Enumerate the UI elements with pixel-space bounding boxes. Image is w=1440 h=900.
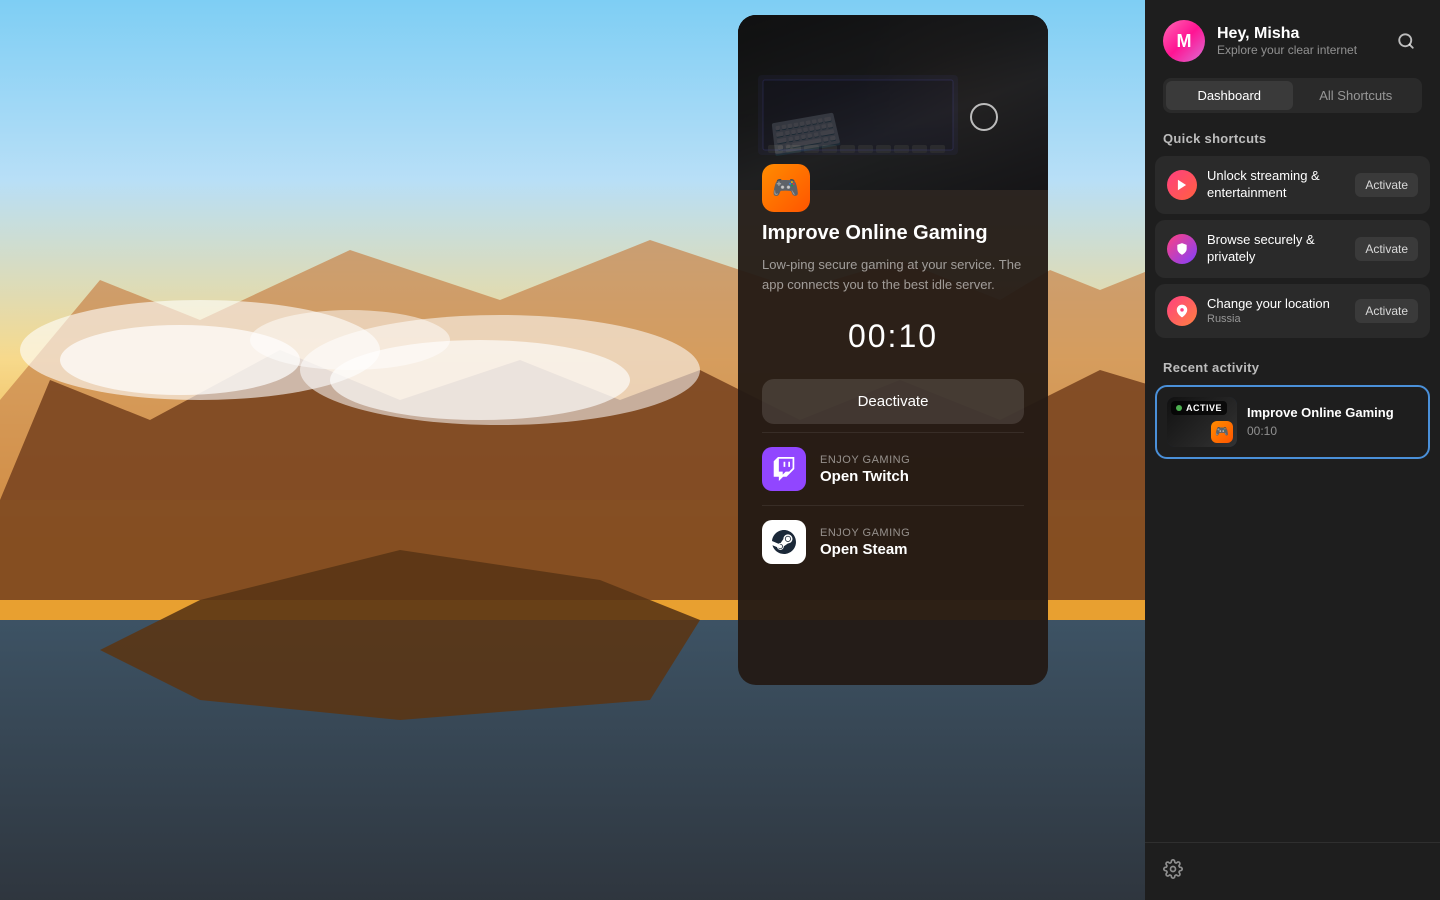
tab-bar: Dashboard All Shortcuts: [1163, 78, 1422, 113]
main-panel: 🎮 Improve Online Gaming Low-ping secure …: [738, 15, 1048, 685]
sidebar-footer: [1145, 842, 1440, 900]
activate-streaming-button[interactable]: Activate: [1355, 173, 1418, 197]
panel-app-icon: 🎮: [762, 164, 810, 212]
steam-name: Open Steam: [820, 541, 910, 558]
quick-shortcuts-title: Quick shortcuts: [1145, 113, 1440, 156]
qs-location-text: Change your location Russia: [1207, 296, 1330, 325]
panel-hero: 🎮: [738, 15, 1048, 190]
quick-shortcuts-list: Unlock streaming &entertainment Activate…: [1145, 156, 1440, 342]
timer-display: 00:10: [762, 318, 1024, 355]
qs-secure-label: Browse securely &privately: [1207, 232, 1315, 266]
steam-shortcut-text: ENJOY GAMING Open Steam: [820, 527, 910, 558]
right-sidebar: M Hey, Misha Explore your clear internet…: [1145, 0, 1440, 900]
location-icon: [1167, 296, 1197, 326]
steam-shortcut[interactable]: ENJOY GAMING Open Steam: [762, 505, 1024, 578]
qs-secure-left: Browse securely &privately: [1167, 232, 1315, 266]
recent-title: Improve Online Gaming: [1247, 405, 1394, 420]
twitch-category-label: ENJOY GAMING: [820, 454, 910, 466]
activate-location-button[interactable]: Activate: [1355, 299, 1418, 323]
recent-thumbnail: ACTIVE 🎮: [1167, 397, 1237, 447]
tab-all-shortcuts[interactable]: All Shortcuts: [1293, 81, 1420, 110]
recent-app-icon: 🎮: [1211, 421, 1233, 443]
qs-streaming-text: Unlock streaming &entertainment: [1207, 168, 1320, 202]
qs-location-sublabel: Russia: [1207, 313, 1330, 325]
qs-secure-text: Browse securely &privately: [1207, 232, 1315, 266]
recent-info: Improve Online Gaming 00:10: [1247, 405, 1394, 438]
user-subtitle: Explore your clear internet: [1217, 43, 1357, 57]
shortcuts-list: ENJOY GAMING Open Twitch ENJOY GAMING Op…: [762, 432, 1024, 669]
user-text: Hey, Misha Explore your clear internet: [1217, 25, 1357, 57]
qs-location-label: Change your location: [1207, 296, 1330, 313]
shield-icon: [1167, 234, 1197, 264]
qs-streaming-left: Unlock streaming &entertainment: [1167, 168, 1320, 202]
twitch-shortcut[interactable]: ENJOY GAMING Open Twitch: [762, 432, 1024, 505]
avatar: M: [1163, 20, 1205, 62]
play-icon: [1167, 170, 1197, 200]
twitch-icon: [762, 447, 806, 491]
qs-secure[interactable]: Browse securely &privately Activate: [1155, 220, 1430, 278]
recent-activity-title: Recent activity: [1145, 342, 1440, 385]
active-badge: ACTIVE: [1171, 401, 1227, 415]
panel-title: Improve Online Gaming: [762, 222, 1024, 245]
qs-location[interactable]: Change your location Russia Activate: [1155, 284, 1430, 338]
settings-gear-icon[interactable]: [1163, 859, 1183, 884]
active-dot: [1176, 405, 1182, 411]
search-button[interactable]: [1390, 25, 1422, 57]
gaming-icon: 🎮: [772, 175, 799, 201]
qs-streaming-label: Unlock streaming &entertainment: [1207, 168, 1320, 202]
recent-activity-section: ACTIVE 🎮 Improve Online Gaming 00:10: [1145, 385, 1440, 459]
user-info: M Hey, Misha Explore your clear internet: [1163, 20, 1357, 62]
recent-activity-card[interactable]: ACTIVE 🎮 Improve Online Gaming 00:10: [1155, 385, 1430, 459]
activate-secure-button[interactable]: Activate: [1355, 237, 1418, 261]
active-label: ACTIVE: [1186, 403, 1222, 413]
panel-body: Improve Online Gaming Low-ping secure ga…: [738, 190, 1048, 685]
panel-description: Low-ping secure gaming at your service. …: [762, 255, 1024, 294]
user-greeting: Hey, Misha: [1217, 25, 1357, 43]
deactivate-button[interactable]: Deactivate: [762, 379, 1024, 424]
tab-dashboard[interactable]: Dashboard: [1166, 81, 1293, 110]
recent-timer: 00:10: [1247, 424, 1394, 438]
qs-location-left: Change your location Russia: [1167, 296, 1330, 326]
avatar-initial: M: [1177, 31, 1192, 52]
qs-streaming[interactable]: Unlock streaming &entertainment Activate: [1155, 156, 1430, 214]
circle-indicator: [970, 103, 998, 131]
twitch-shortcut-text: ENJOY GAMING Open Twitch: [820, 454, 910, 485]
twitch-name: Open Twitch: [820, 468, 910, 485]
steam-category-label: ENJOY GAMING: [820, 527, 910, 539]
steam-icon: [762, 520, 806, 564]
sidebar-header: M Hey, Misha Explore your clear internet: [1145, 0, 1440, 62]
